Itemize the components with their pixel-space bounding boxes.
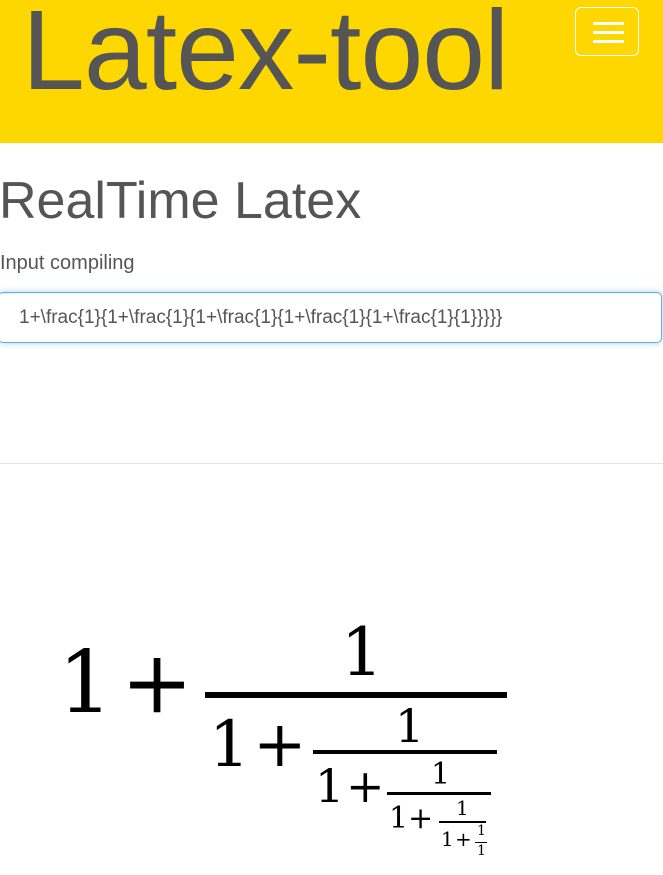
formula-denominator: 1: [477, 843, 486, 859]
rendered-formula: 1 + 1 1 + 1 1 + 1 1 + 1 1 + 1 1: [0, 0, 663, 875]
formula-term: 1: [441, 827, 454, 851]
formula-operator: +: [253, 708, 307, 782]
fraction-bar: [313, 750, 497, 754]
formula-term: 1: [389, 801, 409, 836]
formula-numerator: 1: [431, 757, 451, 792]
formula-operator: +: [121, 633, 194, 733]
formula-numerator: 1: [477, 823, 486, 839]
formula-term: 1: [315, 759, 345, 813]
formula-operator: +: [408, 801, 434, 836]
formula-term: 1: [58, 633, 113, 733]
formula-numerator: 1: [395, 699, 425, 753]
formula-numerator: 1: [341, 614, 383, 691]
fraction-bar: [387, 792, 491, 795]
formula-term: 1: [209, 708, 250, 782]
formula-operator: +: [455, 827, 472, 851]
fraction-bar: [205, 692, 507, 698]
formula-numerator: 1: [456, 796, 469, 820]
formula-operator: +: [346, 759, 385, 813]
